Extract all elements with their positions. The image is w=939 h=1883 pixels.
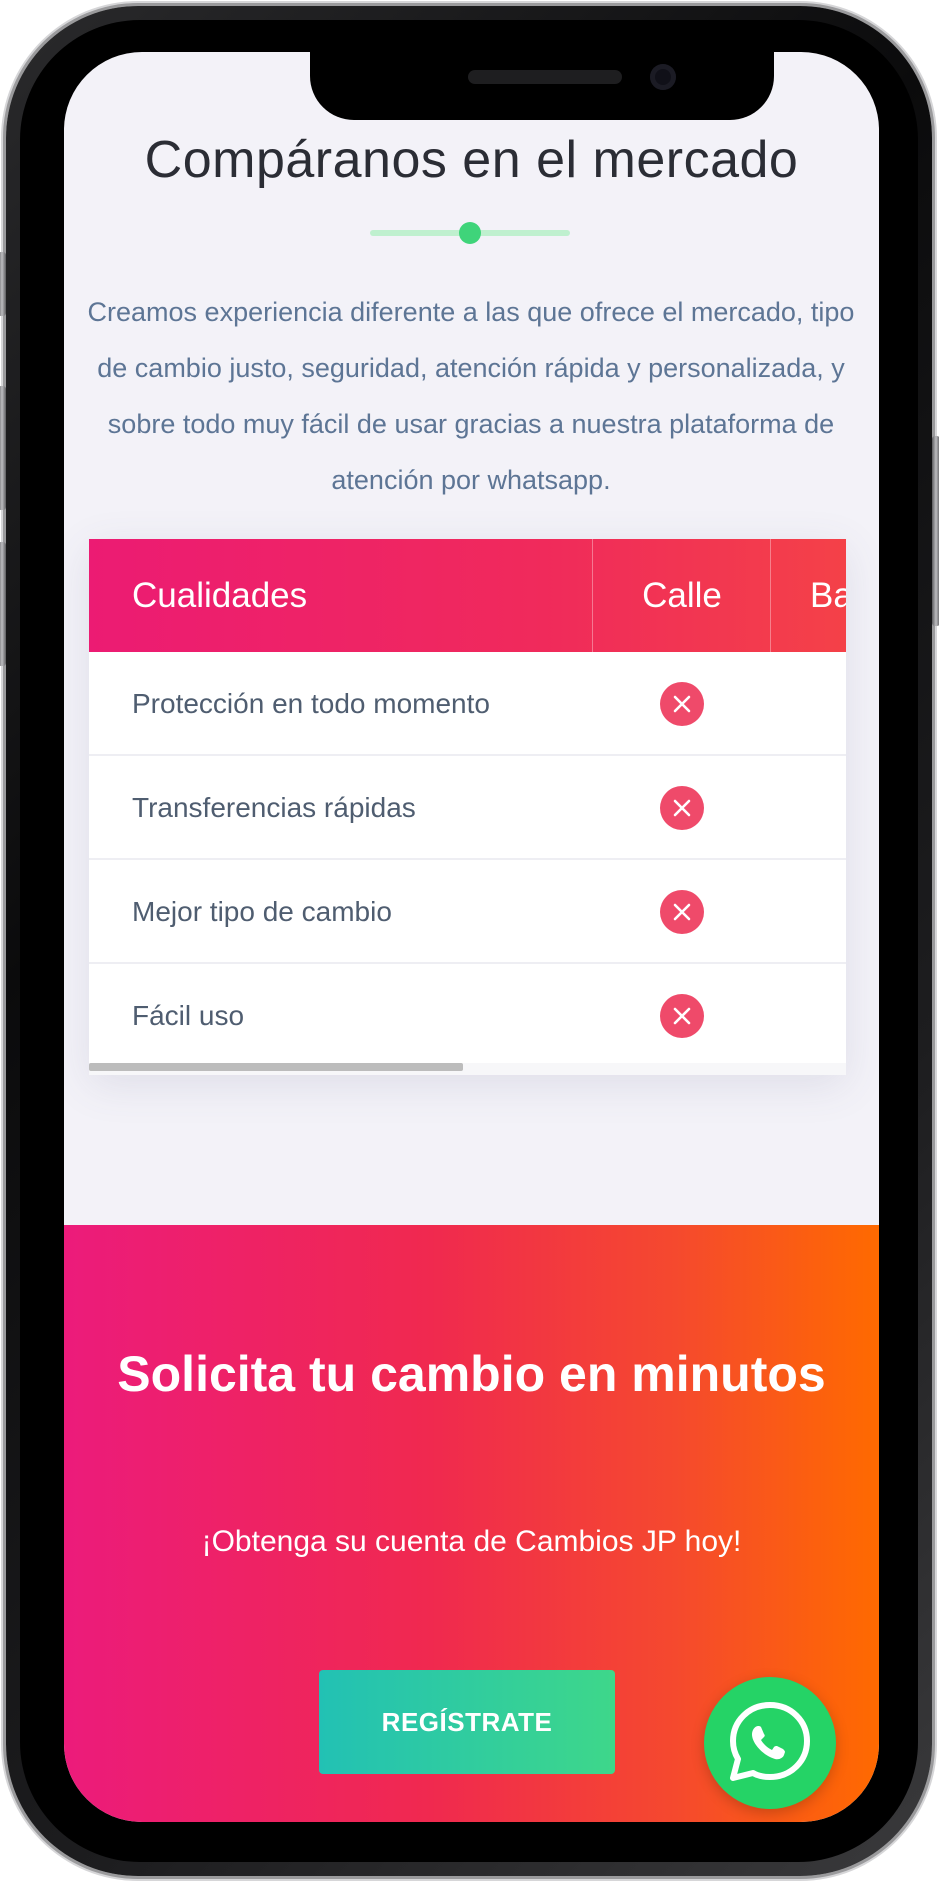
cta-subtitle: ¡Obtenga su cuenta de Cambios JP hoy! [201, 1525, 742, 1558]
horizontal-scrollbar-thumb[interactable] [89, 1063, 463, 1071]
volume-up-button [0, 386, 6, 510]
speaker-grille [468, 70, 622, 84]
table-row: Mejor tipo de cambio [89, 860, 846, 964]
table-row: Protección en todo momento [89, 652, 846, 756]
header-separator [770, 539, 771, 652]
table-row: Transferencias rápidas [89, 756, 846, 860]
power-button [932, 436, 939, 626]
row-label: Mejor tipo de cambio [132, 896, 392, 927]
notch [310, 52, 774, 120]
x-circle-icon [660, 994, 704, 1038]
front-camera [650, 64, 676, 90]
divider-dot [459, 222, 481, 244]
whatsapp-button[interactable] [704, 1677, 836, 1809]
comparison-table[interactable]: Cualidades Calle Ba Protección en todo m… [89, 539, 846, 1075]
volume-down-button [0, 542, 6, 666]
row-label: Protección en todo momento [132, 688, 490, 719]
mute-switch [0, 252, 6, 316]
register-button[interactable]: REGÍSTRATE [319, 1670, 615, 1774]
x-circle-icon [660, 682, 704, 726]
whatsapp-icon [730, 1702, 810, 1781]
header-bancos: Ba [810, 575, 846, 615]
header-calle: Calle [642, 575, 722, 615]
section-title: Compáranos en el mercado [144, 131, 799, 189]
phone-screen: Compáranos en el mercado Creamos experie… [64, 52, 879, 1822]
title-divider [370, 222, 570, 244]
cta-title: Solicita tu cambio en minutos [117, 1346, 826, 1402]
table-header: Cualidades Calle Ba [89, 539, 846, 652]
x-circle-icon [660, 890, 704, 934]
table-row: Fácil uso [89, 964, 846, 1068]
row-label: Transferencias rápidas [132, 792, 416, 823]
row-label: Fácil uso [132, 1000, 245, 1031]
header-cualidades: Cualidades [132, 575, 308, 615]
intro-paragraph: Creamos experiencia diferente a las que … [87, 297, 855, 495]
x-circle-icon [660, 786, 704, 830]
cta-section: Solicita tu cambio en minutos ¡Obtenga s… [64, 1225, 879, 1822]
